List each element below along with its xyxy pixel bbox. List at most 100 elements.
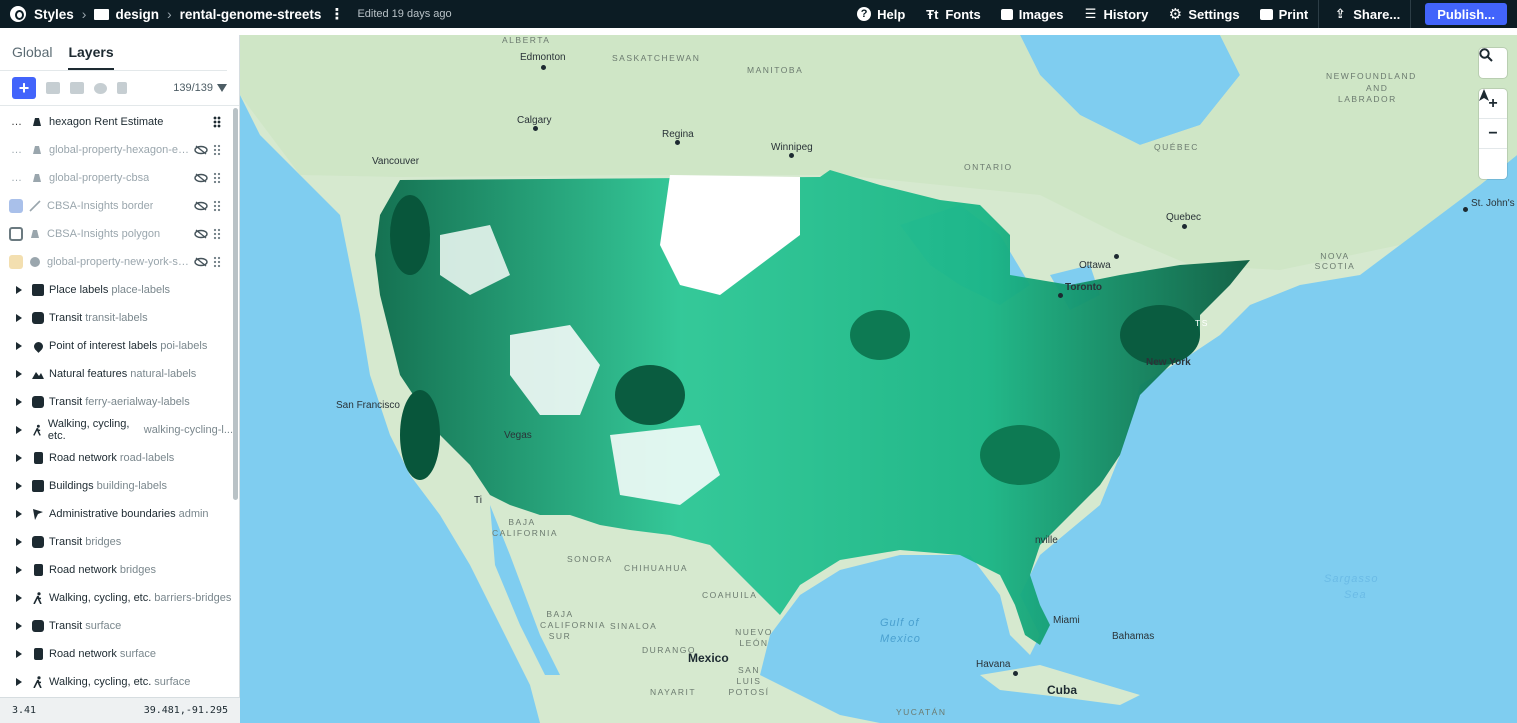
fonts-button[interactable]: Ŧt Fonts (915, 0, 990, 28)
expand-caret-icon[interactable] (16, 622, 22, 630)
drag-handle-icon[interactable] (213, 228, 221, 240)
help-button[interactable]: ? Help (847, 0, 915, 28)
expand-caret-icon[interactable] (16, 538, 22, 546)
city-dot-icon (1114, 254, 1119, 259)
expand-caret-icon[interactable] (16, 566, 22, 574)
images-button[interactable]: Images (991, 0, 1074, 28)
eye-hidden-icon[interactable] (194, 229, 208, 239)
settings-button[interactable]: ⚙ Settings (1158, 0, 1249, 28)
eye-hidden-icon[interactable] (194, 201, 208, 211)
drag-handle-icon[interactable] (213, 256, 221, 268)
expand-caret-icon[interactable] (16, 314, 22, 322)
expand-caret-icon[interactable] (16, 482, 22, 490)
transit-icon (32, 620, 44, 632)
layer-item[interactable]: CBSA-Insights border (0, 192, 233, 220)
filter-icon[interactable] (217, 84, 227, 92)
drag-handle-icon[interactable] (213, 200, 221, 212)
group-name: Transit (49, 620, 83, 632)
tab-global[interactable]: Global (12, 44, 52, 70)
group-name: Road network (49, 452, 117, 464)
layer-group[interactable]: Place labels place-labels (0, 276, 233, 304)
expand-caret-icon[interactable] (16, 678, 22, 686)
fill-extrusion-icon (33, 174, 41, 182)
transit-icon (32, 396, 44, 408)
map-label: BAJA CALIFORNIA SUR (540, 609, 607, 641)
folder-icon[interactable] (70, 82, 84, 94)
duplicate-icon[interactable] (46, 82, 60, 94)
group-name: Administrative boundaries (49, 508, 176, 520)
layer-item[interactable]: global-property-new-york-st... (0, 248, 233, 276)
history-button[interactable]: ☰ History (1074, 0, 1159, 28)
publish-button[interactable]: Publish... (1425, 3, 1507, 25)
building-icon (32, 480, 44, 492)
expand-caret-icon[interactable] (16, 342, 22, 350)
layer-group[interactable]: Walking, cycling, etc. surface (0, 668, 233, 688)
more-options-icon[interactable]: ⋮ (329, 5, 344, 23)
compass-button[interactable] (1479, 89, 1507, 179)
layer-item[interactable]: … global-property-cbsa (0, 164, 233, 192)
layer-group[interactable]: Transit ferry-aerialway-labels (0, 388, 233, 416)
map-label: NUEVO LEÓN (735, 627, 773, 648)
expand-caret-icon[interactable] (16, 370, 22, 378)
layer-item[interactable]: CBSA-Insights polygon (0, 220, 233, 248)
fill-extrusion-icon (33, 118, 41, 126)
trash-icon[interactable] (117, 82, 127, 94)
expand-caret-icon[interactable] (16, 594, 22, 602)
layer-group[interactable]: Transit bridges (0, 528, 233, 556)
eye-hidden-icon[interactable] (194, 257, 208, 267)
expand-caret-icon[interactable] (16, 286, 22, 294)
dark-cluster (980, 425, 1060, 485)
print-button[interactable]: Print (1250, 0, 1319, 28)
styles-link[interactable]: Styles (10, 6, 74, 22)
status-bar: 3.41 39.481,-91.295 (0, 697, 240, 723)
walking-icon (33, 676, 42, 688)
drag-handle-icon[interactable] (213, 116, 221, 128)
map-label: Bahamas (1112, 631, 1155, 642)
eye-hidden-icon[interactable] (94, 82, 107, 94)
road-icon (34, 452, 43, 464)
expand-caret-icon[interactable] (16, 454, 22, 462)
sidebar-scrollbar[interactable] (233, 108, 238, 500)
expand-caret-icon[interactable] (16, 650, 22, 658)
layer-list: … hexagon Rent Estimate … global-propert… (0, 108, 233, 688)
layer-item[interactable]: … hexagon Rent Estimate (0, 108, 233, 136)
layer-group[interactable]: Road network bridges (0, 556, 233, 584)
layer-group[interactable]: Walking, cycling, etc. walking-cycling-l.… (0, 416, 233, 444)
layer-group[interactable]: Road network surface (0, 640, 233, 668)
line-icon (29, 200, 41, 212)
fill-extrusion-icon (31, 230, 39, 238)
group-source: surface (154, 676, 191, 688)
layer-item[interactable]: … global-property-hexagon-ext... (0, 136, 233, 164)
eye-hidden-icon[interactable] (194, 145, 208, 155)
search-button[interactable] (1479, 48, 1507, 78)
layer-group[interactable]: Buildings building-labels (0, 472, 233, 500)
zoom-out-button[interactable]: − (1479, 119, 1507, 149)
share-button[interactable]: ⇪ Share... (1319, 0, 1410, 28)
share-label: Share... (1353, 6, 1401, 22)
group-name: Natural features (49, 368, 128, 380)
map-label: SONORA (567, 554, 613, 564)
layer-group[interactable]: Transit transit-labels (0, 304, 233, 332)
drag-handle-icon[interactable] (213, 144, 221, 156)
layer-color-swatch[interactable] (9, 199, 23, 213)
layer-group[interactable]: Point of interest labels poi-labels (0, 332, 233, 360)
eye-hidden-icon[interactable] (194, 173, 208, 183)
map-label: Quebec (1166, 212, 1202, 223)
drag-handle-icon[interactable] (213, 172, 221, 184)
tab-layers[interactable]: Layers (68, 44, 114, 70)
layer-group[interactable]: Transit surface (0, 612, 233, 640)
add-layer-button[interactable]: + (12, 77, 36, 99)
expand-caret-icon[interactable] (16, 510, 22, 518)
layer-group[interactable]: Natural features natural-labels (0, 360, 233, 388)
layer-group[interactable]: Road network road-labels (0, 444, 233, 472)
style-name[interactable]: rental-genome-streets (180, 7, 322, 22)
folder-link[interactable]: design (94, 7, 159, 22)
gear-icon: ⚙ (1168, 6, 1183, 23)
layer-group[interactable]: Administrative boundaries admin (0, 500, 233, 528)
layer-group[interactable]: Walking, cycling, etc. barriers-bridges (0, 584, 233, 612)
expand-caret-icon[interactable] (16, 398, 22, 406)
map-canvas[interactable]: ALBERTA SASKATCHEWAN MANITOBA ONTARIO QU… (240, 35, 1517, 723)
layer-color-swatch[interactable] (9, 227, 23, 241)
expand-caret-icon[interactable] (16, 426, 22, 434)
layer-color-swatch[interactable] (9, 255, 23, 269)
